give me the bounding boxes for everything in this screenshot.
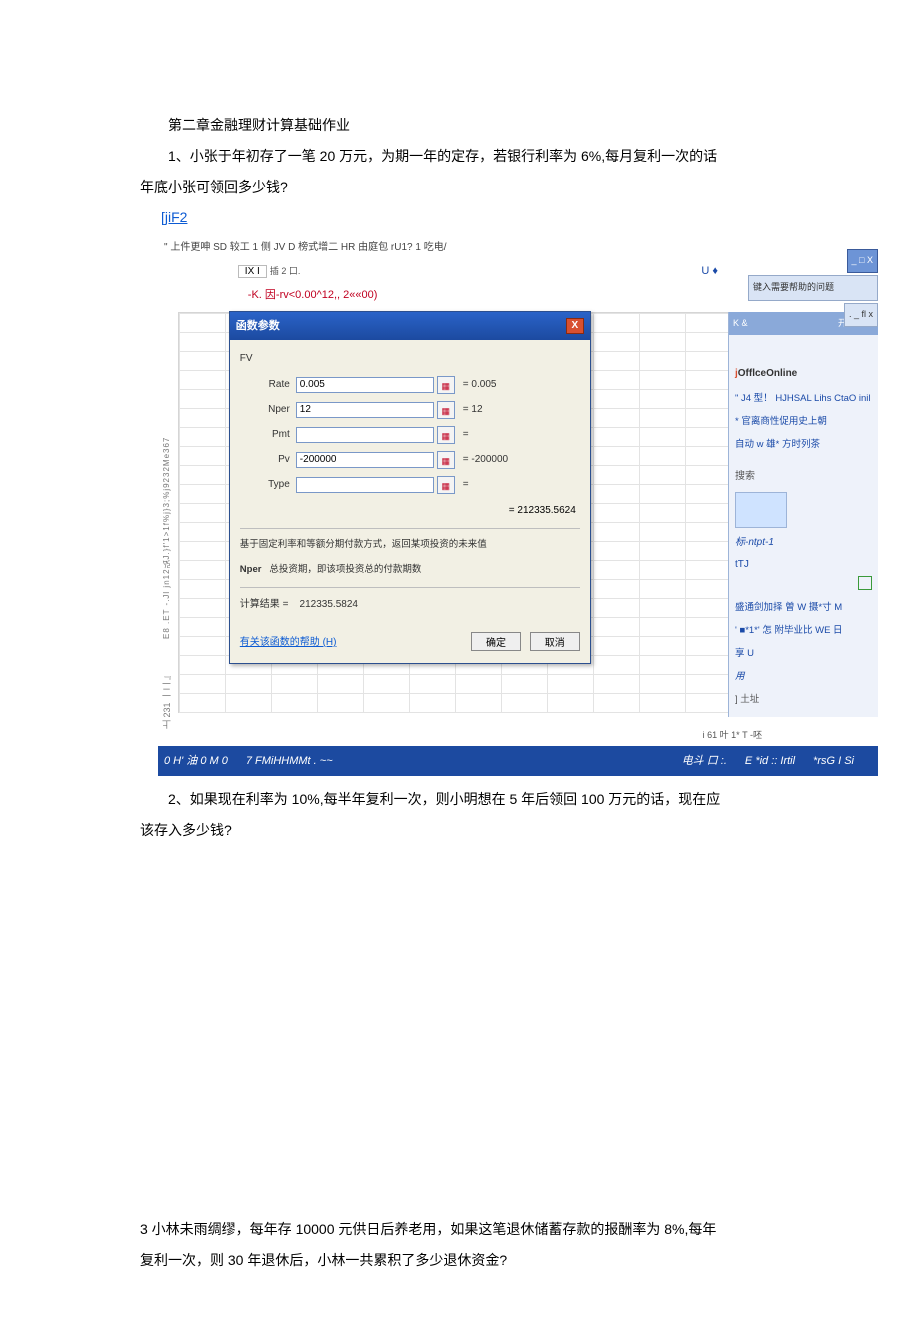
status-bar: 0 H' 油 0 M 0 7 FMiHHMMt . ~~ 电斗 口 :. E *… [158,746,878,776]
pmt-eq: = [463,424,469,446]
tp-hint: 标-ntpt-1 [735,532,872,554]
status-5: *rsG I Si [813,749,854,773]
question-3-line1: 3 小林未雨绸缪，每年存 10000 元供日后养老用，如果这笔退休储蓄存款的报酬… [140,1214,780,1245]
tp-a4[interactable]: 用 [735,667,872,688]
dialog-help-link[interactable]: 有关该函数的帮助 (H) [240,632,337,654]
pmt-label: Pmt [240,424,296,446]
tp-a3[interactable]: 享 U [735,644,872,665]
u-symbol: U ♦ [701,259,718,283]
rate-label: Rate [240,374,296,396]
type-label: Type [240,474,296,496]
question-3-line2: 复利一次，则 30 年退休后，小林一共累积了多少退休资金? [140,1245,780,1276]
tp-link-3[interactable]: 自动 w 雄* 方时列茶 [735,435,872,456]
nper-label: Nper [240,399,296,421]
chapter-title: 第二章金融理财计算基础作业 [140,110,780,141]
dialog-note2-label: Nper [240,564,262,575]
type-input[interactable] [296,477,434,493]
excel-screenshot: " 上件更呻 SD 较工 1 侧 JV D 榜式增二 HR 由庭包 rU1? 1… [158,237,878,729]
rate-picker-icon[interactable]: ▦ [437,376,455,394]
pmt-picker-icon[interactable]: ▦ [437,426,455,444]
type-picker-icon[interactable]: ▦ [437,476,455,494]
pv-label: Pv [240,449,296,471]
pv-input[interactable] [296,452,434,468]
pv-eq: = -200000 [463,449,508,471]
status-1: 0 H' 油 0 M 0 [164,749,228,773]
green-box-icon [858,576,872,590]
result-label: 计算结果 = [240,599,289,610]
cancel-button[interactable]: 取消 [530,632,580,651]
rate-eq: = 0.005 [463,374,497,396]
question-2-line1: 2、如果现在利率为 10%,每半年复利一次，则小明想在 5 年后领回 100 万… [140,784,780,815]
left-ruler-b: 上 231 一二 』 [158,639,178,729]
nper-picker-icon[interactable]: ▦ [437,401,455,419]
task-pane: K & 开始工作 jOfflceOnline " J4 型！ HJHSAL Li… [728,312,878,717]
dialog-group: FV [240,348,580,370]
question-1-line1: 1、小张于年初存了一笔 20 万元，为期一年的定存，若银行利率为 6%,每月复利… [140,141,780,172]
tp-tj: tTJ [735,554,872,576]
pmt-input[interactable] [296,427,434,443]
dialog-close-button[interactable]: X [566,318,584,334]
question-1-line2: 年底小张可领回多少钱? [140,172,780,203]
function-arguments-dialog: 函数参数 X FV Rate ▦ = 0.005 [229,311,591,664]
inner-window-controls[interactable]: . _ fl x [844,303,878,327]
dialog-note1: 基于固定利率和等额分期付款方式，返回某项投资的未来值 [240,535,580,556]
fx-suffix: 插 2 口. [270,266,301,276]
nper-eq: = 12 [463,399,483,421]
type-eq: = [463,474,469,496]
ok-button[interactable]: 确定 [471,632,521,651]
tp-thumb [735,492,787,528]
tp-a1[interactable]: 盛通剑加择 曽 W 摄*寸 M [735,598,872,619]
window-controls[interactable]: _ □ X [847,249,878,273]
office-online-title: jOfflceOnline [735,363,872,385]
spreadsheet-grid[interactable]: 函数参数 X FV Rate ▦ = 0.005 [178,312,728,713]
pv-picker-icon[interactable]: ▦ [437,451,455,469]
dialog-note2: 总投资期，即该项投资总的付款期数 [269,564,421,575]
name-box[interactable]: IX I [238,265,267,278]
left-ruler: E8 .ET -.Jl jn12弘J.}f'1>1f%j}3;%j9232Me3… [158,259,176,639]
status-2: 7 FMiHHMMt . ~~ [246,749,664,773]
rate-input[interactable] [296,377,434,393]
tp-a5[interactable]: ] 土址 [735,690,872,711]
status-4: E *id :: Irtil [745,749,795,773]
result-value: 212335.5824 [300,599,358,610]
help-search-box[interactable]: 键入需要帮助的问题 [748,275,878,301]
tp-search-label: 搜索 [735,466,872,488]
nper-input[interactable] [296,402,434,418]
status-3: 电斗 口 :. [682,749,727,773]
zoom-note: i 61 叶 1* T -呸 [140,726,762,746]
code-link[interactable]: [jiF2 [161,209,187,225]
tp-link-2[interactable]: * 官离商性促用史上朝 [735,412,872,433]
tp-link-1[interactable]: " J4 型！ HJHSAL Lihs CtaO inil [735,389,872,410]
dialog-return: = 212335.5624 [240,500,576,522]
dialog-title: 函数参数 [236,314,280,338]
question-2-line2: 该存入多少钱? [140,815,780,846]
tp-a2[interactable]: ' ■*1*' 怎 附毕业比 WE 日 [735,621,872,642]
